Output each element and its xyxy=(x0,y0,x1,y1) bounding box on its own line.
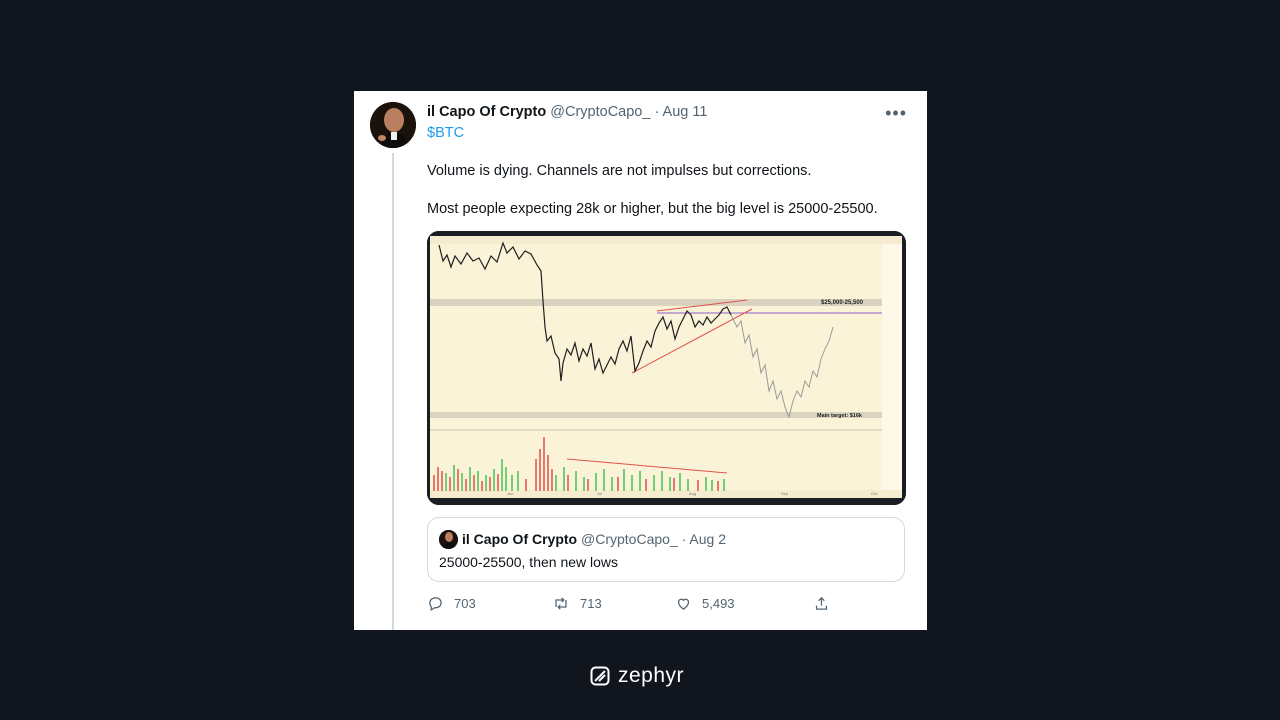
quoted-text: 25000-25500, then new lows xyxy=(439,554,619,570)
chart-zone-label: $25,000-25,500 xyxy=(821,300,864,306)
quoted-tweet[interactable]: il Capo Of Crypto @CryptoCapo_ · Aug 2 2… xyxy=(427,517,905,582)
reply-button[interactable]: 703 xyxy=(427,595,476,612)
zephyr-logo-icon xyxy=(590,666,610,686)
retweet-icon xyxy=(555,597,567,610)
tweet-card[interactable]: il Capo Of Crypto @CryptoCapo_ · Aug 11 … xyxy=(354,91,927,630)
share-button[interactable] xyxy=(813,595,840,612)
chart-target-label: Main target: $16k xyxy=(817,413,863,419)
chart-x-label: Sep xyxy=(781,491,789,496)
quoted-date: Aug 2 xyxy=(689,531,726,547)
author-avatar[interactable] xyxy=(370,102,416,148)
action-bar: 703 713 5,493 xyxy=(427,595,907,619)
retweet-count: 713 xyxy=(580,596,602,611)
reply-icon xyxy=(429,597,442,612)
tweet-date[interactable]: Aug 11 xyxy=(663,104,708,120)
tweet-paragraph: Volume is dying. Channels are not impuls… xyxy=(427,163,812,179)
author-handle[interactable]: @CryptoCapo_ xyxy=(550,104,650,120)
quoted-header: il Capo Of Crypto @CryptoCapo_ · Aug 2 xyxy=(462,531,726,547)
quoted-author-handle: @CryptoCapo_ xyxy=(581,531,678,547)
author-name[interactable]: il Capo Of Crypto xyxy=(427,104,546,120)
tweet-paragraph: Most people expecting 28k or higher, but… xyxy=(427,201,878,217)
like-button[interactable]: 5,493 xyxy=(675,595,735,612)
brand-mark: zephyr xyxy=(590,664,684,688)
chart-x-label: Aug xyxy=(689,491,696,496)
like-count: 5,493 xyxy=(702,596,735,611)
chart-image: $25,000-25,500 Main target: $16k Jun Jul… xyxy=(427,231,906,505)
more-options-icon[interactable]: ••• xyxy=(885,103,907,124)
retweet-button[interactable]: 713 xyxy=(552,595,602,612)
chart-x-label: Oct xyxy=(871,491,878,496)
reply-count: 703 xyxy=(454,596,476,611)
thread-line xyxy=(392,153,394,630)
tweet-media-chart[interactable]: $25,000-25,500 Main target: $16k Jun Jul… xyxy=(427,231,906,505)
heart-icon xyxy=(677,598,690,610)
separator: · xyxy=(681,531,687,547)
quoted-author-avatar xyxy=(439,530,458,549)
tweet-header: il Capo Of Crypto @CryptoCapo_ · Aug 11 xyxy=(427,104,707,120)
chart-x-label: Jul xyxy=(597,491,602,496)
chart-x-label: Jun xyxy=(507,491,513,496)
cashtag-link[interactable]: $BTC xyxy=(427,125,464,141)
separator: · xyxy=(654,104,660,120)
quoted-author-name: il Capo Of Crypto xyxy=(462,531,578,547)
share-icon xyxy=(815,596,828,610)
brand-name: zephyr xyxy=(618,664,685,687)
